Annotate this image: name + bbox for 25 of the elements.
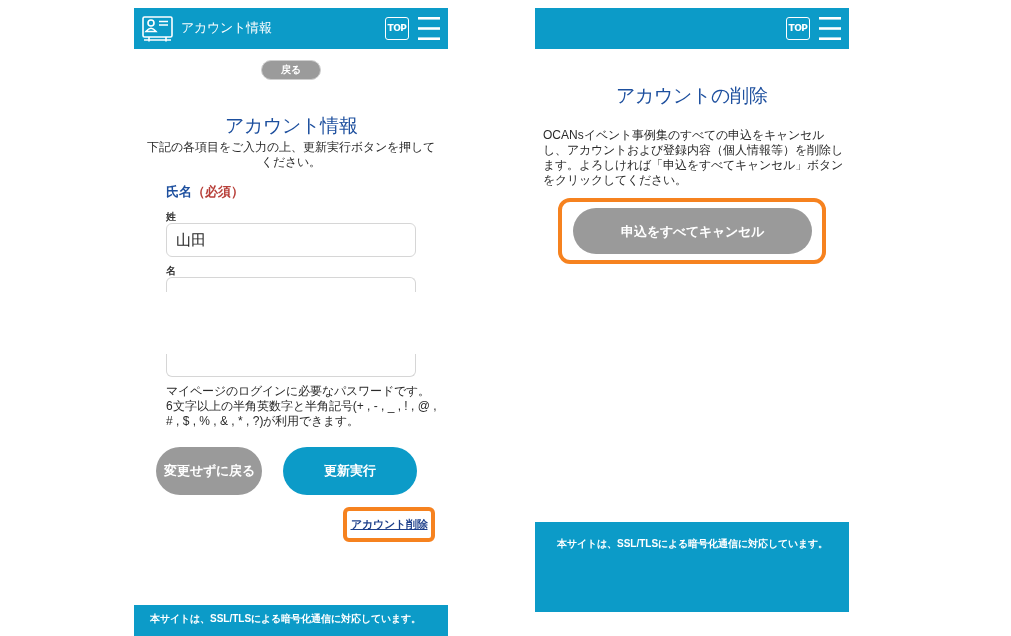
footer-text: 本サイトは、SSL/TLSによる暗号化通信に対応しています。 xyxy=(557,537,830,550)
top-button[interactable]: TOP xyxy=(385,17,409,40)
menu-icon[interactable] xyxy=(819,17,841,40)
page-heading: アカウントの削除 xyxy=(616,84,768,108)
input-field[interactable]: 山田 xyxy=(166,223,416,257)
input-field[interactable] xyxy=(166,277,416,292)
field-label: 名 xyxy=(166,264,177,277)
footer-text: 本サイトは、SSL/TLSによる暗号化通信に対応しています。 xyxy=(150,612,423,625)
description-text: 下記の各項目をご入力の上、更新実行ボタンを押してください。 xyxy=(146,140,436,170)
page-heading: アカウント情報 xyxy=(224,114,358,138)
field-label: 姓 xyxy=(166,210,177,223)
cancel-all-button[interactable]: 申込をすべてキャンセル xyxy=(572,208,812,254)
header-title: アカウント情報 xyxy=(181,22,272,35)
back-button[interactable]: 戻る xyxy=(261,60,321,80)
delete-account-link[interactable]: アカウント削除 xyxy=(350,519,428,530)
cancel-changes-button[interactable]: 変更せずに戻る xyxy=(156,447,262,495)
menu-icon[interactable] xyxy=(418,17,440,40)
name-section-label: 氏名（必須） xyxy=(166,184,245,200)
help-text: マイページのログインに必要なパスワードです。 xyxy=(166,384,431,399)
update-button[interactable]: 更新実行 xyxy=(283,447,417,495)
user-card-icon xyxy=(142,15,173,42)
help-text: 6文字以上の半角英数字と半角記号(+ , - , _ , ! , @ , # , $ , % , & , * , ?)が利用できます。 xyxy=(166,399,438,429)
input-field[interactable] xyxy=(166,354,416,377)
top-button[interactable]: TOP xyxy=(786,17,810,40)
description-text: OCANsイベント事例集のすべての申込をキャンセルし、アカウントおよび登録内容（個人情報等）を削除します。よろしければ「申込をすべてキャンセル」ボタンをクリックしてください。 xyxy=(543,128,843,188)
